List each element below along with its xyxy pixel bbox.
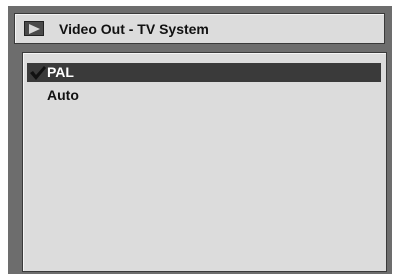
page-title: Video Out - TV System [59, 21, 209, 37]
option-auto[interactable]: Auto [27, 86, 381, 105]
option-label: PAL [47, 64, 74, 80]
option-pal[interactable]: PAL [27, 63, 381, 82]
option-label: Auto [47, 87, 79, 103]
play-arrow-icon [24, 21, 44, 36]
tv-system-option-list: PAL Auto [22, 52, 387, 272]
title-bar: Video Out - TV System [14, 13, 385, 44]
tv-osd-screen: Video Out - TV System PAL Auto [8, 6, 392, 274]
checkmark-icon [29, 65, 47, 81]
